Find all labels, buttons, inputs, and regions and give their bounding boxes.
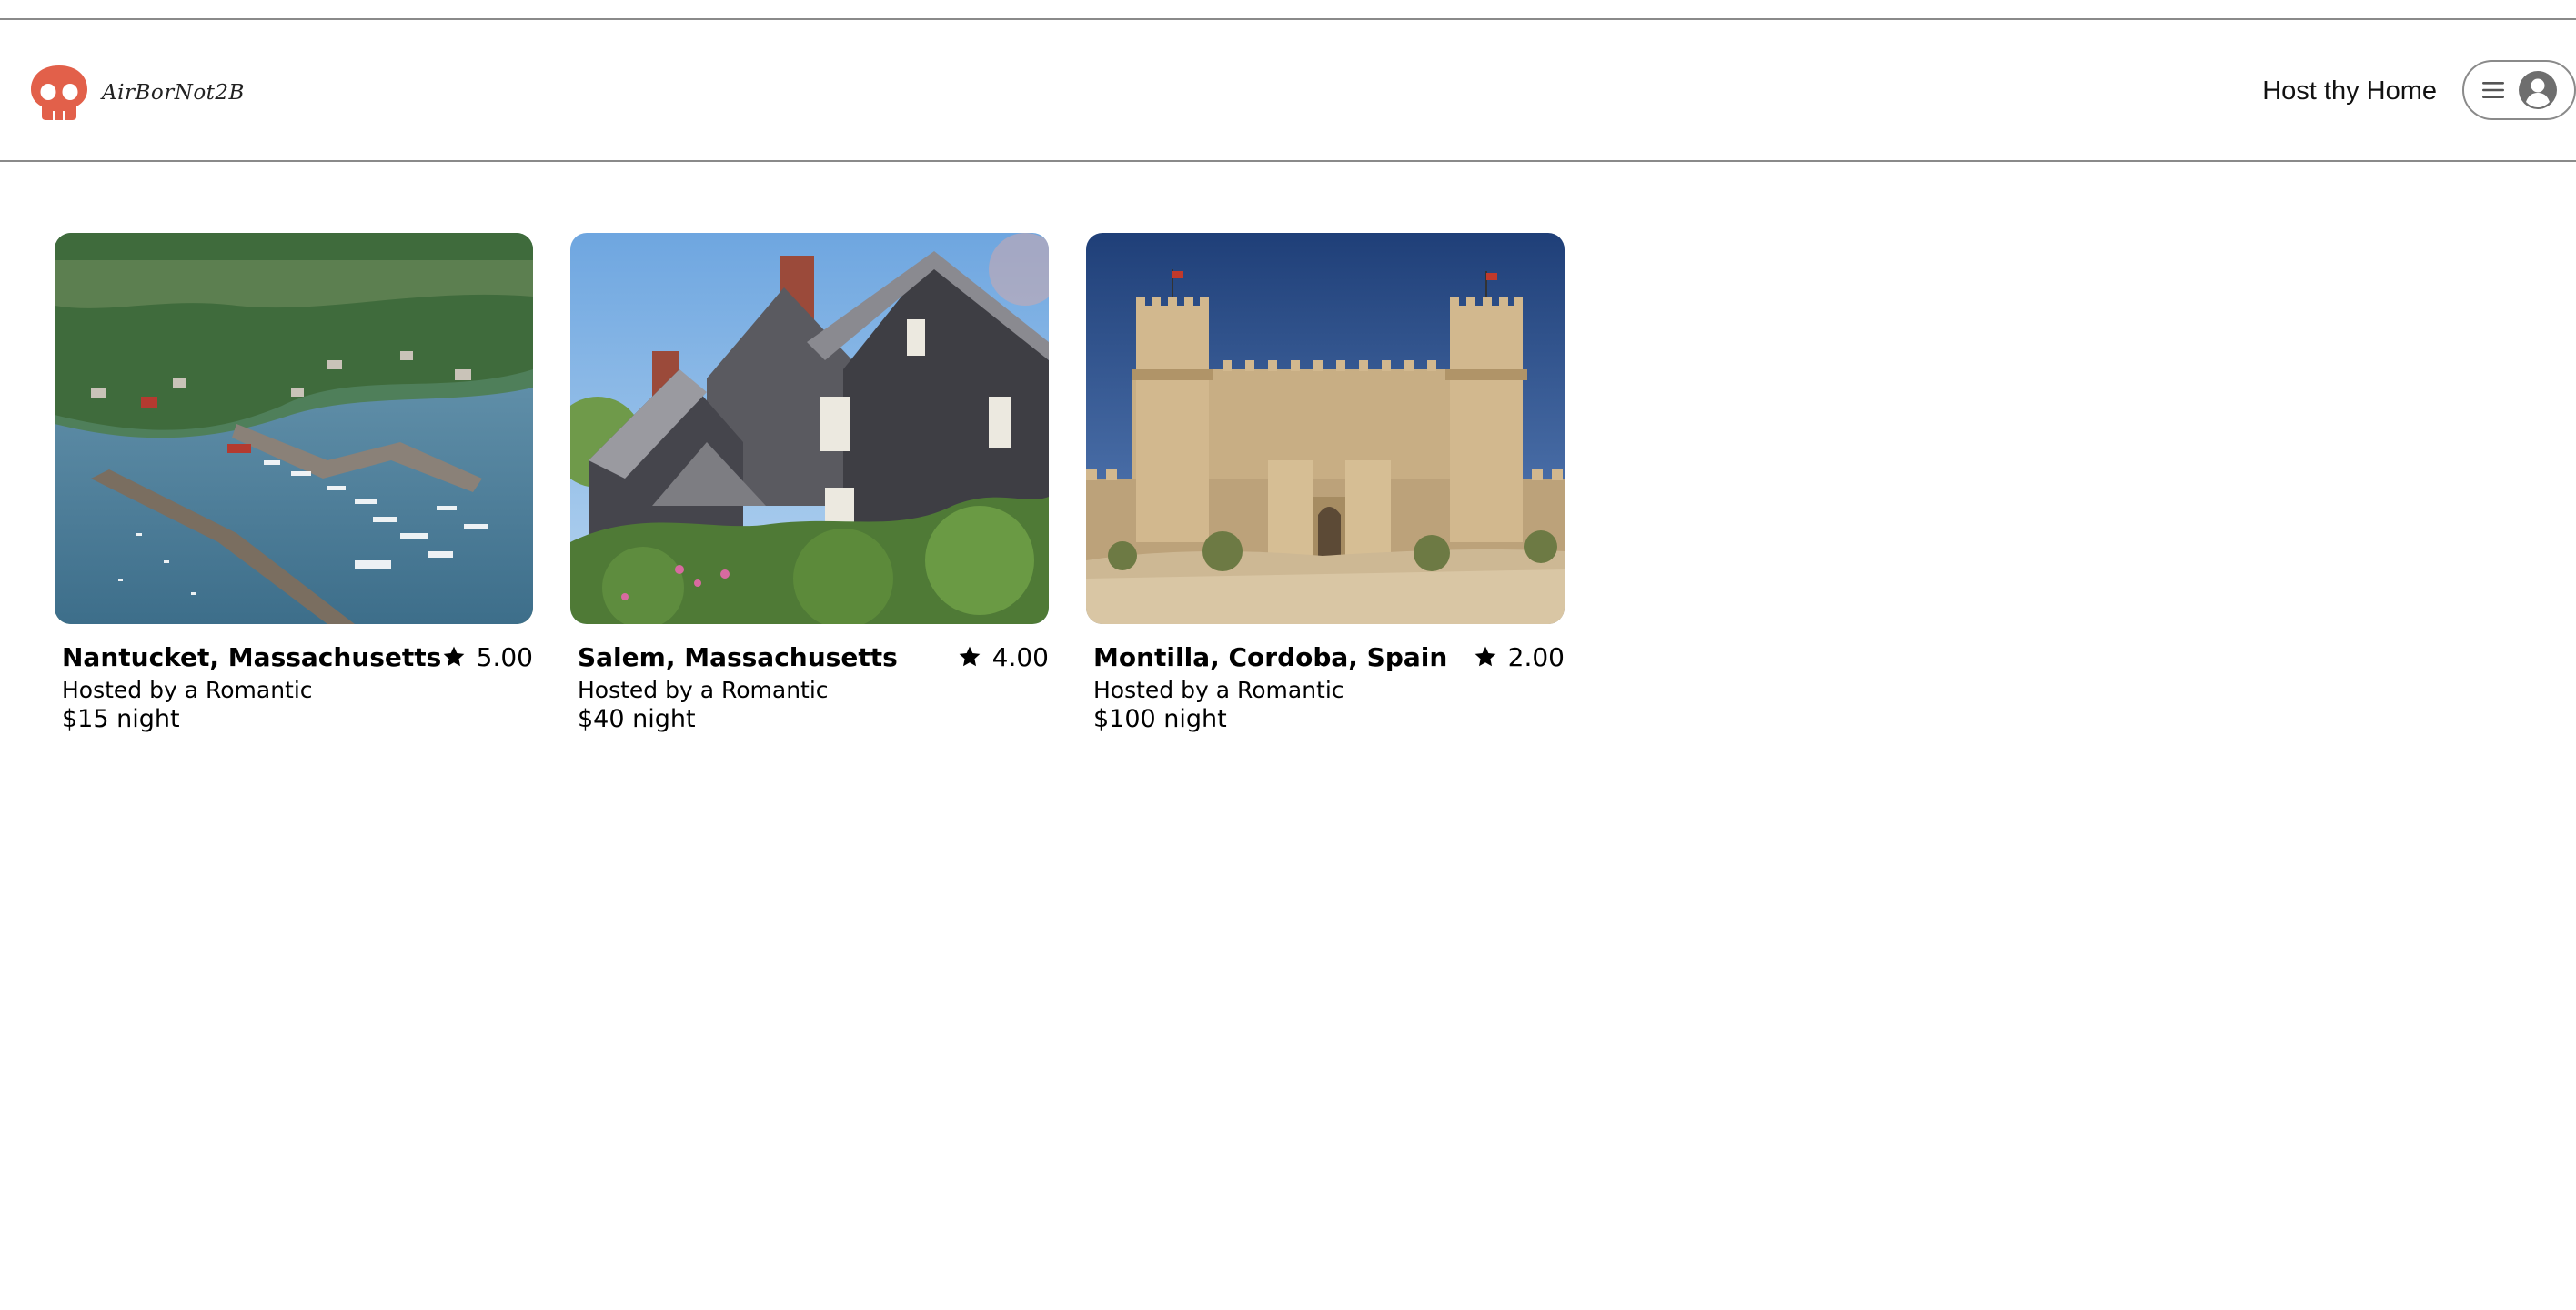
listing-title: Salem, Massachusetts [578, 641, 898, 672]
listing-host: Hosted by a Romantic [1093, 677, 1344, 703]
listing-info: Salem, Massachusetts 4.00 Hosted by a Ro… [570, 624, 1049, 733]
rating-value: 2.00 [1507, 641, 1565, 672]
castle-photo[interactable] [1086, 233, 1565, 624]
listing-card-nantucket[interactable]: Nantucket, Massachusetts 5.00 Hosted by … [55, 233, 533, 733]
site-header: AirBorNot2B Host thy Home [0, 20, 2576, 160]
listing-host: Hosted by a Romantic [62, 677, 313, 703]
listing-info: Montilla, Cordoba, Spain 2.00 Hosted by … [1086, 624, 1565, 733]
hamburger-menu-icon [2481, 82, 2504, 98]
listing-rating: 2.00 [1474, 642, 1565, 672]
page: AirBorNot2B Host thy Home Nantucket, Mas… [0, 0, 2576, 1310]
listings-grid: Nantucket, Massachusetts 5.00 Hosted by … [55, 233, 1565, 733]
title-row: Nantucket, Massachusetts 5.00 [62, 640, 533, 673]
skull-icon [31, 66, 87, 120]
header-divider [0, 160, 2576, 162]
listing-price: $15 night [62, 705, 180, 733]
listing-rating: 4.00 [958, 642, 1049, 672]
listing-price: $40 night [578, 705, 696, 733]
listing-rating: 5.00 [442, 642, 533, 672]
star-icon [1474, 646, 1496, 667]
title-row: Montilla, Cordoba, Spain 2.00 [1093, 640, 1565, 673]
gabled-house-photo[interactable] [570, 233, 1049, 624]
rating-value: 4.00 [991, 641, 1049, 672]
title-row: Salem, Massachusetts 4.00 [578, 640, 1049, 673]
home-logo-link[interactable]: AirBorNot2B [27, 64, 245, 122]
profile-menu-button[interactable] [2462, 60, 2576, 120]
listing-price: $100 night [1093, 705, 1227, 733]
listing-card-montilla[interactable]: Montilla, Cordoba, Spain 2.00 Hosted by … [1086, 233, 1565, 733]
listing-info: Nantucket, Massachusetts 5.00 Hosted by … [55, 624, 533, 733]
listing-host: Hosted by a Romantic [578, 677, 829, 703]
user-avatar-icon [2518, 71, 2557, 109]
logo-text: AirBorNot2B [102, 81, 245, 105]
harbor-aerial-photo[interactable] [55, 233, 533, 624]
star-icon [959, 646, 981, 667]
star-icon [443, 646, 465, 667]
host-home-link[interactable]: Host thy Home [2262, 73, 2437, 109]
listing-title: Montilla, Cordoba, Spain [1093, 641, 1448, 672]
listing-title: Nantucket, Massachusetts [62, 641, 442, 672]
listing-card-salem[interactable]: Salem, Massachusetts 4.00 Hosted by a Ro… [570, 233, 1049, 733]
rating-value: 5.00 [476, 641, 533, 672]
